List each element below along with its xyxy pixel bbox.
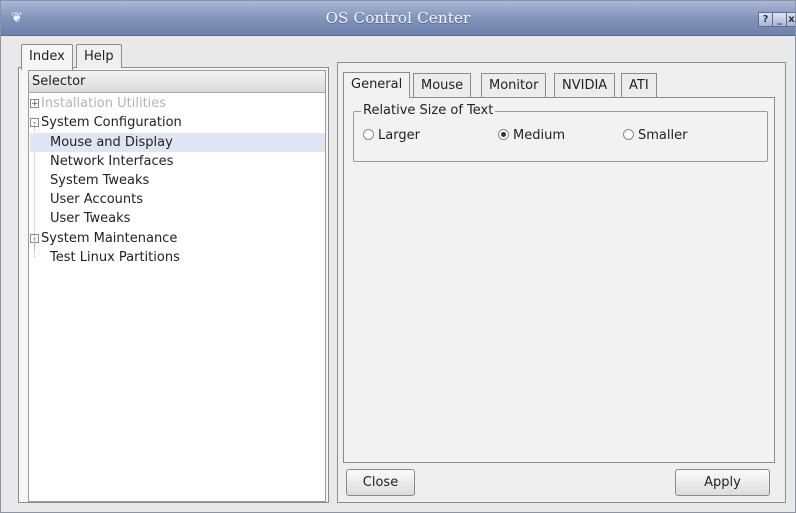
window-title: OS Control Center bbox=[325, 9, 471, 27]
tab-index[interactable]: Index bbox=[21, 44, 73, 70]
radio-dot bbox=[501, 132, 506, 137]
radio-unchecked-icon[interactable] bbox=[363, 129, 374, 140]
radio-label: Medium bbox=[513, 128, 565, 143]
radio-larger[interactable]: Larger bbox=[363, 127, 420, 145]
tree-item-test-linux-partitions[interactable]: Test Linux Partitions bbox=[50, 248, 180, 267]
tab-help[interactable]: Help bbox=[76, 44, 122, 68]
title-bar[interactable]: ❦ OS Control Center ? _ x bbox=[1, 1, 795, 36]
radio-label: Smaller bbox=[638, 128, 688, 143]
selector-column-header[interactable]: Selector bbox=[29, 71, 325, 93]
tab-monitor[interactable]: Monitor bbox=[481, 73, 547, 97]
tree-item-installation-utilities[interactable]: + Installation Utilities bbox=[30, 94, 166, 113]
tree-item-system-maintenance[interactable]: - System Maintenance bbox=[30, 229, 177, 248]
selector-tree[interactable]: Selector + Installation Utilities - System… bbox=[28, 70, 326, 502]
tree-item-mouse-and-display[interactable]: Mouse and Display bbox=[30, 133, 325, 152]
close-icon[interactable]: x bbox=[786, 12, 795, 27]
tree-item-user-tweaks[interactable]: User Tweaks bbox=[50, 209, 130, 228]
apply-button[interactable]: Apply bbox=[675, 469, 770, 496]
tree-item-label: System Tweaks bbox=[50, 173, 150, 188]
tree-item-system-tweaks[interactable]: System Tweaks bbox=[50, 171, 149, 190]
tree-item-label: System Configuration bbox=[41, 115, 182, 130]
help-icon[interactable]: ? bbox=[758, 12, 773, 27]
tree-guide-line bbox=[34, 239, 35, 257]
collapse-icon[interactable]: - bbox=[30, 118, 39, 128]
tree-item-system-configuration[interactable]: - System Configuration bbox=[30, 113, 182, 132]
tree-item-label: Network Interfaces bbox=[50, 154, 174, 169]
tree-item-label: User Accounts bbox=[50, 192, 144, 207]
tree-item-label: Mouse and Display bbox=[50, 135, 173, 150]
tree-item-label: System Maintenance bbox=[41, 231, 178, 246]
radio-unchecked-icon[interactable] bbox=[623, 129, 634, 140]
close-button[interactable]: Close bbox=[346, 469, 415, 496]
radio-checked-icon[interactable] bbox=[498, 129, 509, 140]
tree-item-label: Test Linux Partitions bbox=[50, 250, 180, 265]
tab-mouse[interactable]: Mouse bbox=[413, 73, 472, 97]
tab-ati[interactable]: ATI bbox=[621, 73, 657, 97]
expand-icon[interactable]: + bbox=[30, 99, 39, 109]
tree-item-user-accounts[interactable]: User Accounts bbox=[50, 190, 143, 209]
tree-item-label: User Tweaks bbox=[50, 211, 131, 226]
radio-smaller[interactable]: Smaller bbox=[623, 127, 687, 145]
group-title: Relative Size of Text bbox=[361, 103, 496, 119]
radio-label: Larger bbox=[378, 128, 420, 143]
tab-general[interactable]: General bbox=[343, 72, 411, 98]
tree-item-label: Installation Utilities bbox=[41, 96, 167, 111]
tree-item-network-interfaces[interactable]: Network Interfaces bbox=[50, 152, 173, 171]
tab-nvidia[interactable]: NVIDIA bbox=[554, 73, 616, 97]
radio-medium[interactable]: Medium bbox=[498, 127, 565, 145]
minimize-icon[interactable]: _ bbox=[772, 12, 787, 27]
